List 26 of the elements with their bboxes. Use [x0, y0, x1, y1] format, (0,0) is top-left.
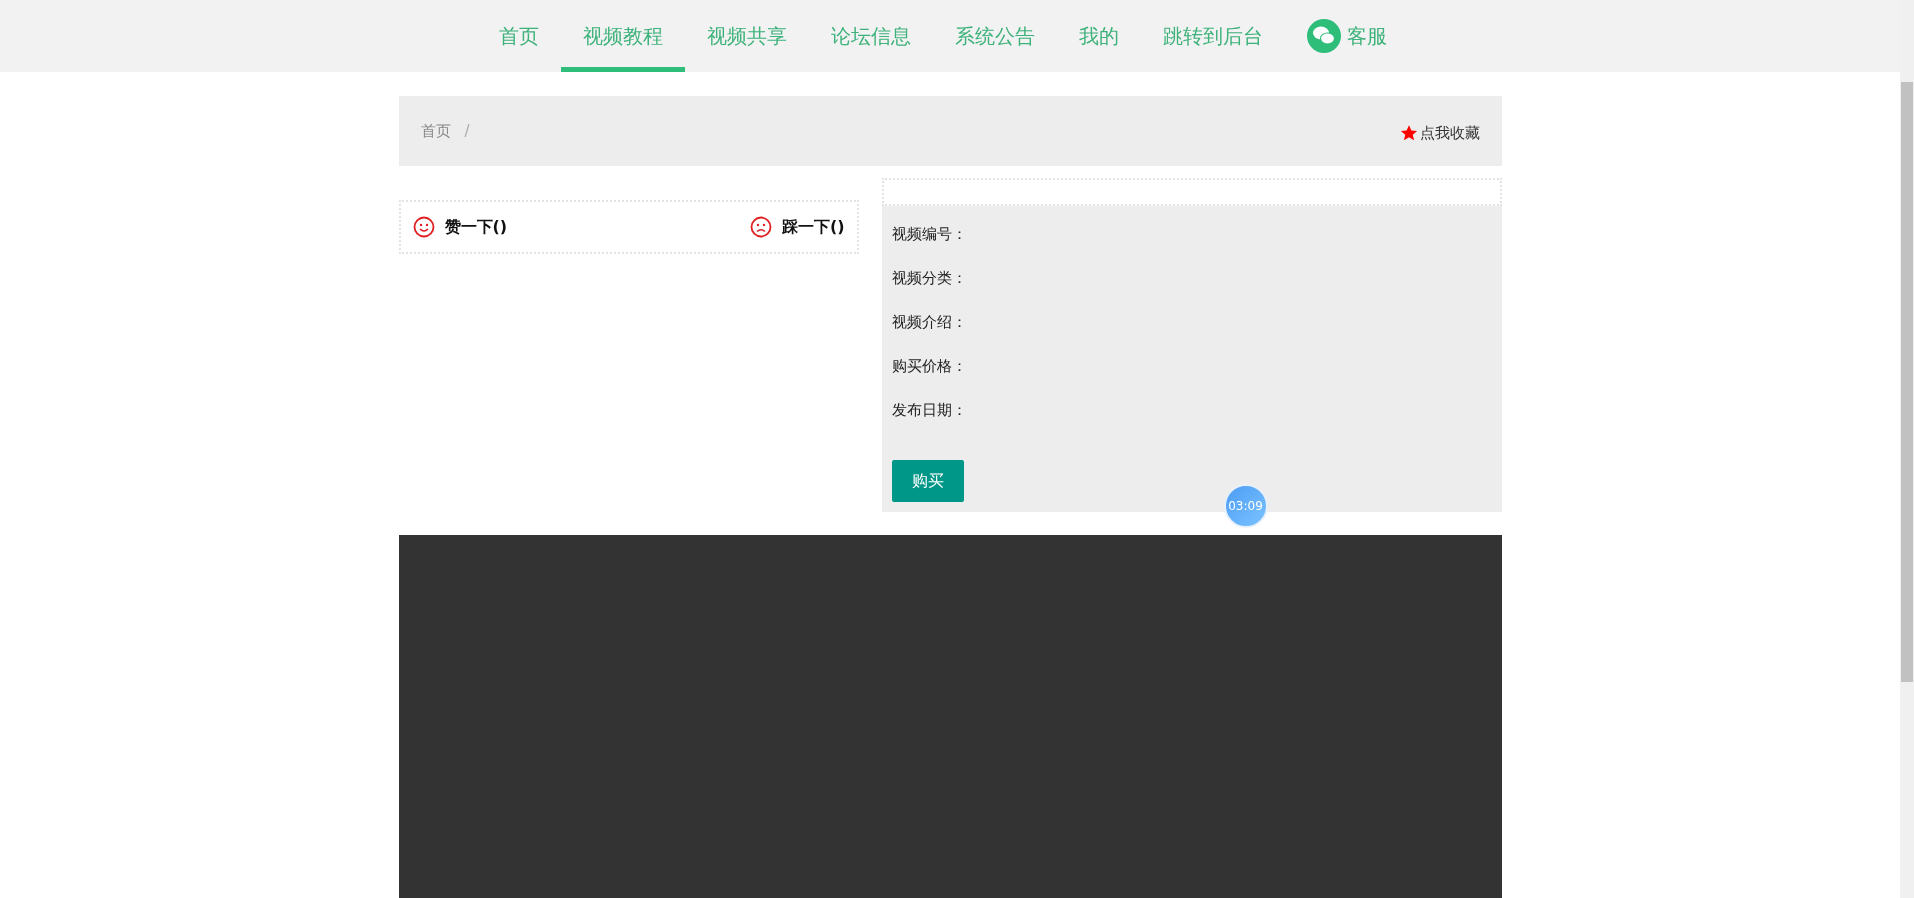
scrollbar[interactable] [1900, 0, 1914, 898]
buy-button[interactable]: 购买 [891, 460, 964, 502]
favorite-link[interactable]: 点我收藏 [1399, 123, 1480, 143]
customer-service-link[interactable]: 客服 [1285, 0, 1409, 72]
dislike-link[interactable]: 踩一下() [749, 216, 845, 238]
breadcrumb-link[interactable]: 首页 [420, 121, 451, 141]
like-link[interactable]: 赞一下() [412, 216, 508, 238]
field-label: 视频分类： [891, 267, 968, 289]
nav-tab[interactable]: 系统公告 [933, 0, 1057, 72]
chat-bubbles-icon [1307, 19, 1341, 53]
star-icon [1399, 124, 1418, 142]
smile-icon [412, 216, 435, 238]
field-label: 视频介绍： [891, 311, 968, 333]
field-label: 发布日期： [891, 399, 968, 421]
video-player[interactable] [398, 535, 1502, 898]
nav-tab[interactable]: 论坛信息 [809, 0, 933, 72]
frown-icon [749, 216, 772, 238]
field-label: 购买价格： [891, 355, 968, 377]
nav-tab[interactable]: 我的 [1057, 0, 1141, 72]
breadcrumb-separator: / [464, 121, 470, 141]
field-label: 视频编号： [891, 223, 968, 245]
nav-tab[interactable]: 视频教程 [561, 0, 685, 72]
scrollbar-thumb[interactable] [1901, 82, 1913, 682]
nav-tab[interactable]: 视频共享 [685, 0, 809, 72]
nav-tab[interactable]: 跳转到后台 [1141, 0, 1285, 72]
nav-tab[interactable]: 首页 [477, 0, 561, 72]
